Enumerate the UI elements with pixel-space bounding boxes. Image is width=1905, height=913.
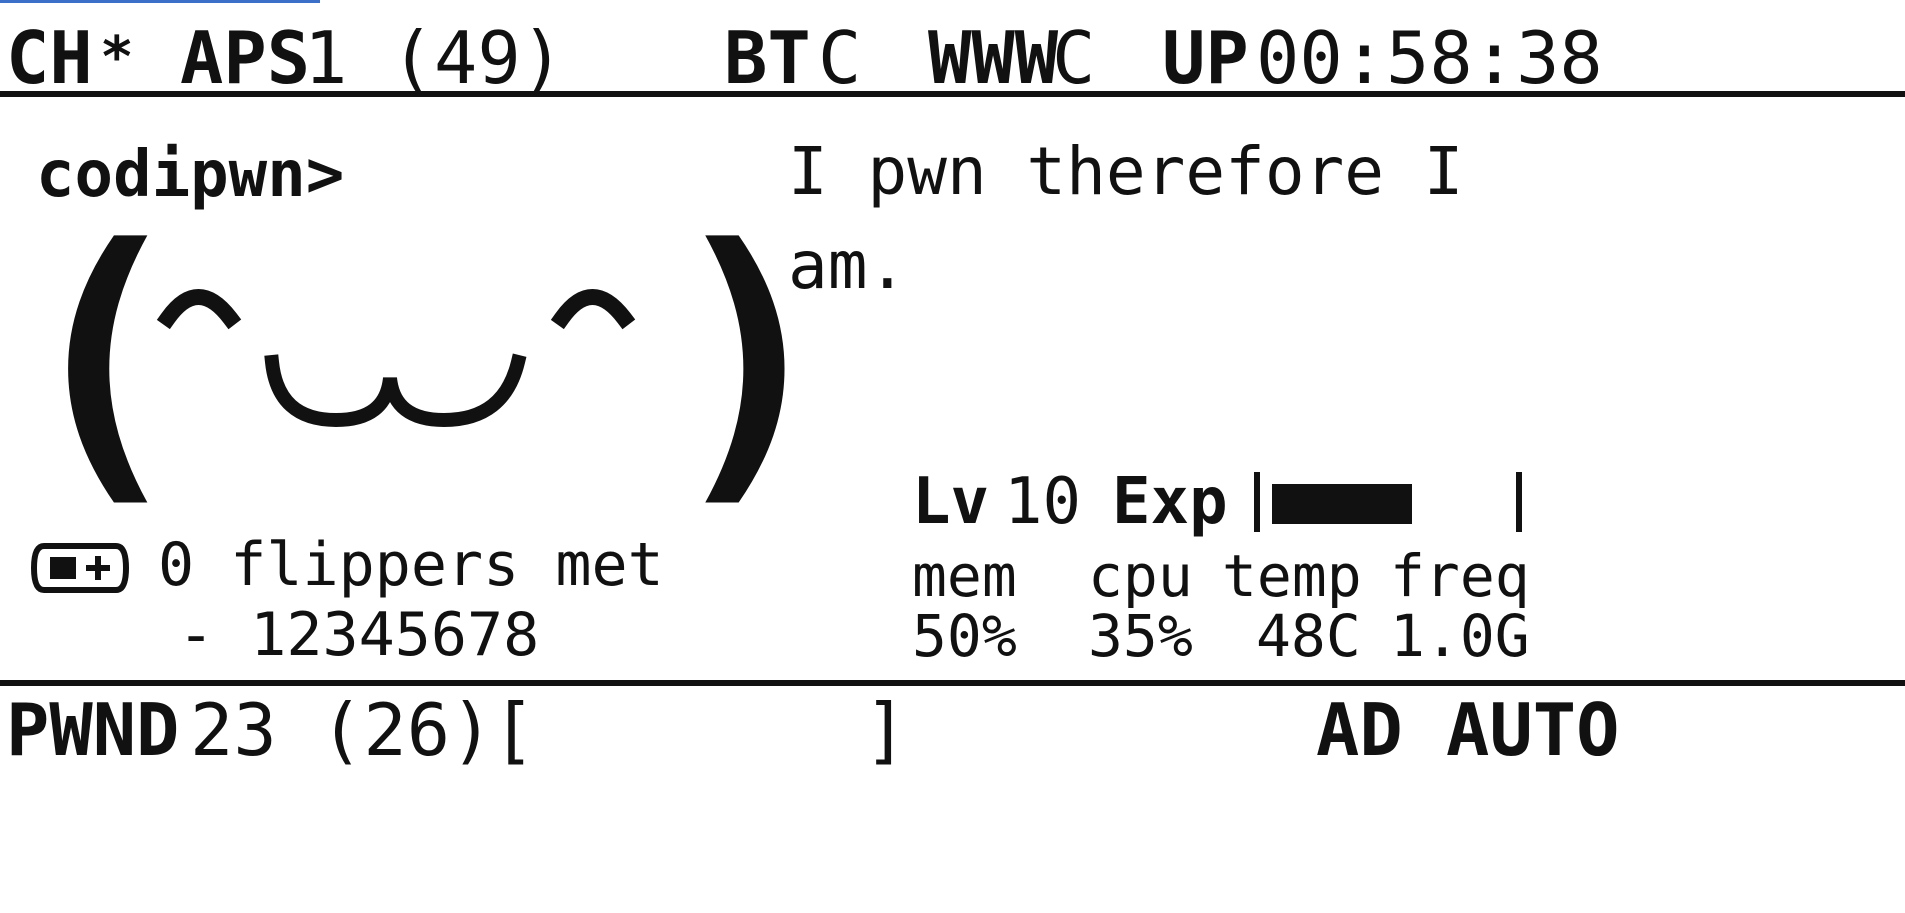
level-value: 10 xyxy=(1004,465,1082,539)
status-line-1: I pwn therefore I xyxy=(788,133,1464,210)
pwnd-bracket-close: ] xyxy=(864,688,908,772)
stat-value-freq: 1.0G xyxy=(1390,602,1530,670)
exp-progress-fill xyxy=(1272,484,1412,524)
stat-header-freq: freq xyxy=(1390,542,1530,610)
pwnd-value: 23 (26) xyxy=(190,688,494,772)
exp-bar-left-edge xyxy=(1254,472,1260,532)
top-divider xyxy=(0,91,1905,97)
stat-header-temp: temp xyxy=(1222,542,1362,610)
flipper-device-icon xyxy=(30,543,130,593)
mode-indicator: AD AUTO xyxy=(1316,688,1620,772)
exp-progress-track xyxy=(1272,484,1500,524)
stat-value-cpu: 35% xyxy=(1088,602,1193,670)
level-label: Lv xyxy=(912,465,990,539)
flipper-id: - 12345678 xyxy=(178,600,540,670)
stat-header-cpu: cpu xyxy=(1088,542,1193,610)
flippers-met-count: 0 flippers met xyxy=(158,530,664,600)
stat-header-mem: mem xyxy=(912,542,1017,610)
stat-value-mem: 50% xyxy=(912,602,1017,670)
pwnd-bracket-open: [ xyxy=(492,688,536,772)
stat-value-temp: 48C xyxy=(1256,602,1361,670)
exp-bar-right-edge xyxy=(1516,472,1522,532)
pwnd-label: PWND xyxy=(6,688,180,772)
status-line-2: am. xyxy=(788,227,908,304)
face-eyes-mouth-icon xyxy=(156,289,636,428)
bottom-divider xyxy=(0,680,1905,686)
window-accent-strip xyxy=(0,0,320,3)
exp-label: Exp xyxy=(1112,465,1228,539)
